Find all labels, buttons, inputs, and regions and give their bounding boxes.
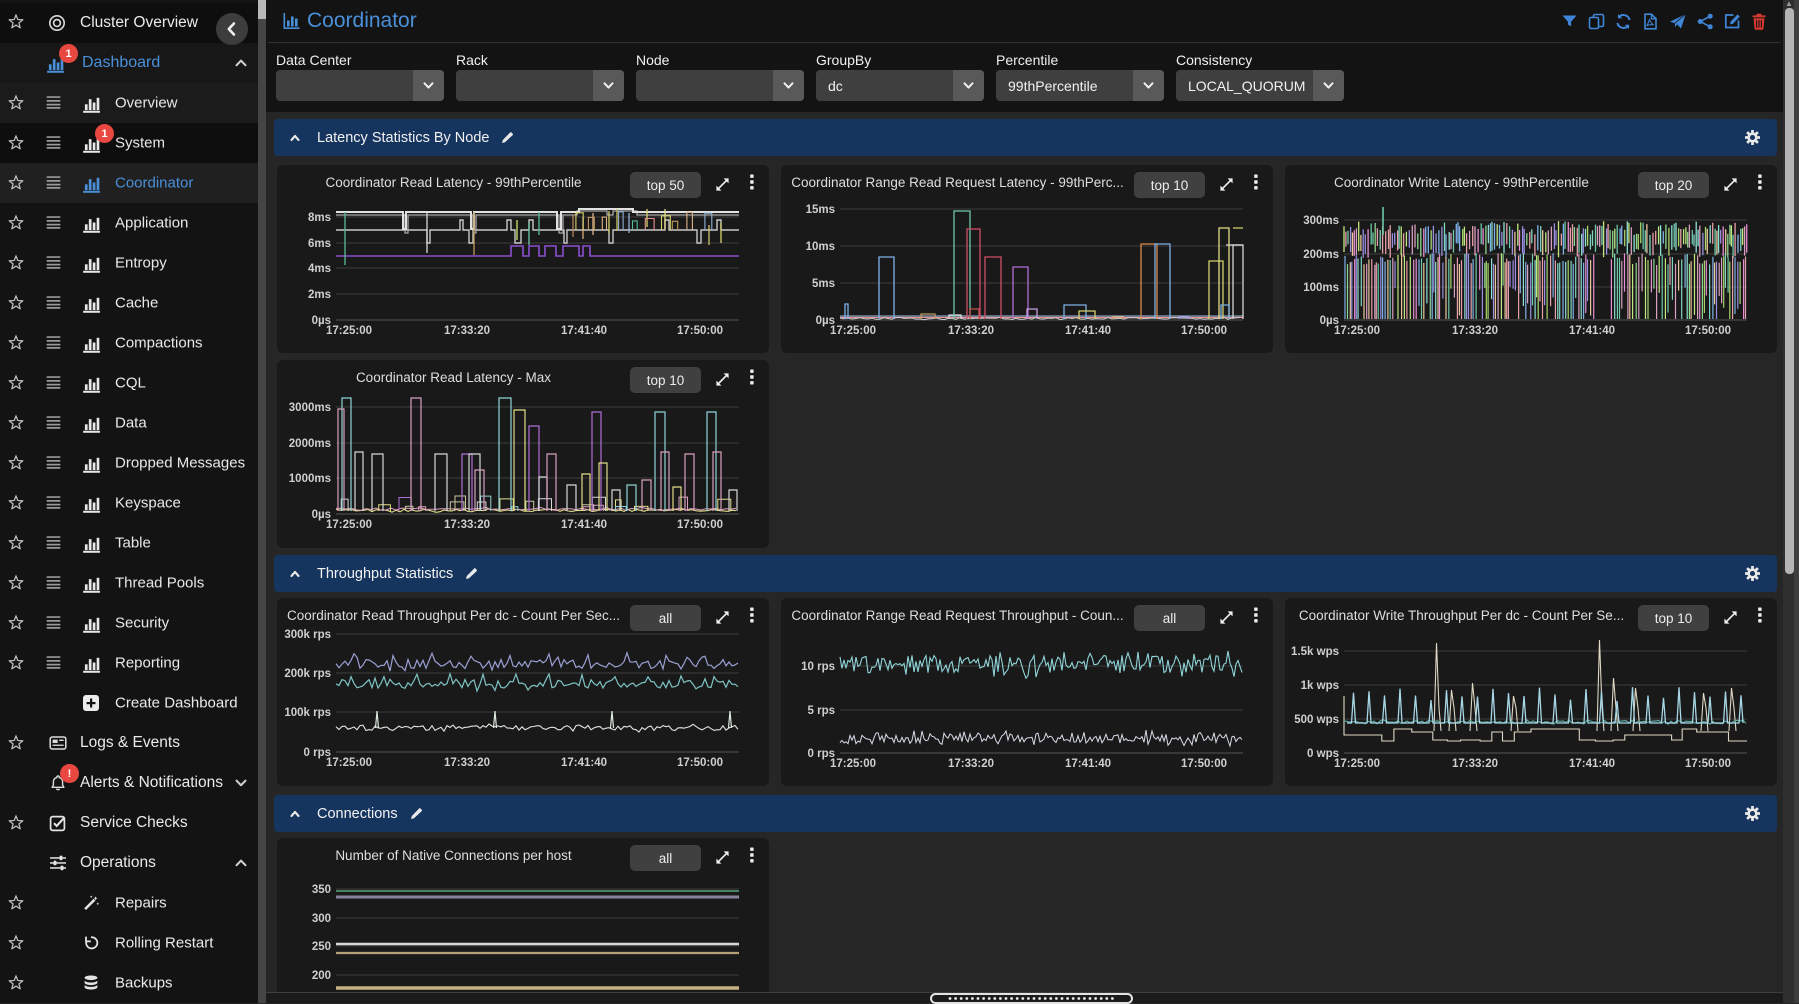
svg-text:1k wps: 1k wps <box>1301 680 1339 692</box>
svg-text:2000ms: 2000ms <box>289 438 331 450</box>
svg-text:8ms: 8ms <box>308 212 331 224</box>
svg-text:17:25:00: 17:25:00 <box>830 758 876 770</box>
svg-text:17:41:40: 17:41:40 <box>1065 758 1111 770</box>
svg-text:17:25:00: 17:25:00 <box>326 519 372 531</box>
svg-text:17:41:40: 17:41:40 <box>1569 325 1615 337</box>
svg-text:17:33:20: 17:33:20 <box>948 325 994 337</box>
svg-text:17:50:00: 17:50:00 <box>677 757 723 769</box>
svg-text:250: 250 <box>312 941 331 953</box>
svg-text:200k rps: 200k rps <box>284 668 331 680</box>
svg-text:17:25:00: 17:25:00 <box>326 757 372 769</box>
svg-text:10 rps: 10 rps <box>801 661 835 673</box>
svg-text:300: 300 <box>312 913 331 925</box>
svg-text:17:41:40: 17:41:40 <box>561 757 607 769</box>
svg-text:100k rps: 100k rps <box>284 707 331 719</box>
svg-text:6ms: 6ms <box>308 238 331 250</box>
svg-text:500 wps: 500 wps <box>1294 714 1339 726</box>
svg-text:17:41:40: 17:41:40 <box>561 325 607 337</box>
svg-text:17:25:00: 17:25:00 <box>1334 325 1380 337</box>
svg-text:200: 200 <box>312 970 331 982</box>
svg-text:350: 350 <box>312 884 331 896</box>
svg-text:17:50:00: 17:50:00 <box>1685 325 1731 337</box>
svg-text:17:33:20: 17:33:20 <box>1452 758 1498 770</box>
svg-text:15ms: 15ms <box>806 204 835 216</box>
svg-text:17:33:20: 17:33:20 <box>1452 325 1498 337</box>
svg-text:17:50:00: 17:50:00 <box>1181 758 1227 770</box>
svg-text:17:41:40: 17:41:40 <box>1065 325 1111 337</box>
svg-text:17:50:00: 17:50:00 <box>1685 758 1731 770</box>
svg-text:200ms: 200ms <box>1303 249 1339 261</box>
svg-text:17:50:00: 17:50:00 <box>1181 325 1227 337</box>
svg-text:17:25:00: 17:25:00 <box>830 325 876 337</box>
svg-text:17:50:00: 17:50:00 <box>677 519 723 531</box>
svg-text:300ms: 300ms <box>1303 215 1339 227</box>
svg-text:10ms: 10ms <box>806 241 835 253</box>
svg-text:17:33:20: 17:33:20 <box>444 325 490 337</box>
svg-text:17:33:20: 17:33:20 <box>948 758 994 770</box>
svg-text:17:33:20: 17:33:20 <box>444 757 490 769</box>
svg-text:2ms: 2ms <box>308 289 331 301</box>
svg-text:1000ms: 1000ms <box>289 473 331 485</box>
svg-text:17:25:00: 17:25:00 <box>1334 758 1380 770</box>
svg-text:17:25:00: 17:25:00 <box>326 325 372 337</box>
svg-text:5ms: 5ms <box>812 278 835 290</box>
svg-text:17:33:20: 17:33:20 <box>444 519 490 531</box>
svg-text:17:41:40: 17:41:40 <box>1569 758 1615 770</box>
svg-text:100ms: 100ms <box>1303 282 1339 294</box>
svg-text:17:50:00: 17:50:00 <box>677 325 723 337</box>
svg-text:3000ms: 3000ms <box>289 402 331 414</box>
svg-text:300k rps: 300k rps <box>284 629 331 641</box>
svg-text:1.5k wps: 1.5k wps <box>1291 646 1339 658</box>
svg-text:17:41:40: 17:41:40 <box>561 519 607 531</box>
svg-text:4ms: 4ms <box>308 263 331 275</box>
svg-text:5 rps: 5 rps <box>808 705 836 717</box>
